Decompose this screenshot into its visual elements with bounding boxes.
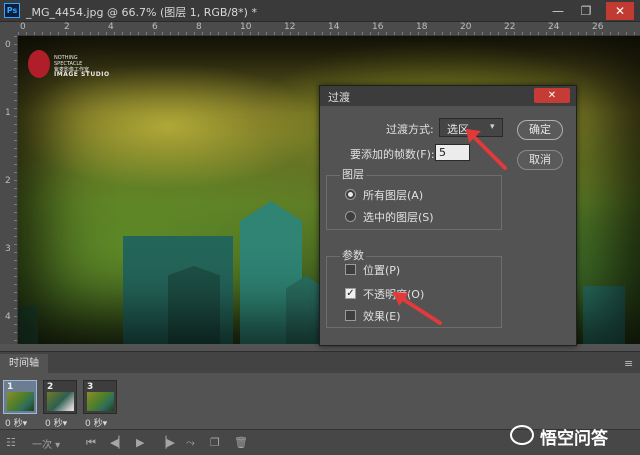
frame-1[interactable]: 1 0 秒▾ <box>3 380 37 429</box>
timeline-panel-header: 时间轴 ≡ <box>0 351 640 374</box>
panel-menu-icon[interactable]: ≡ <box>624 357 633 370</box>
annotation-arrow <box>393 292 442 325</box>
opacity-checkbox[interactable]: ✓ <box>345 288 356 299</box>
annotation-arrow <box>466 129 507 170</box>
close-window-button[interactable]: ✕ <box>606 2 634 20</box>
position-label: 位置(P) <box>363 264 401 277</box>
all-layers-label: 所有图层(A) <box>363 189 424 202</box>
studio-watermark: NOTHING SPECTACLE 紫麦影像工作室 IMAGE STUDIO <box>28 50 118 82</box>
effects-checkbox[interactable] <box>345 310 356 321</box>
tween-icon[interactable]: ⤳ <box>186 436 195 450</box>
chat-bubble-icon <box>510 425 534 445</box>
loop-value: 一次 <box>32 440 52 451</box>
frame-thumbnail-box: 1 <box>3 380 37 414</box>
frame-thumbnail <box>7 392 34 411</box>
ruler-tick-label: 22 <box>504 22 516 32</box>
ruler-tick-label: 18 <box>416 22 428 32</box>
ruler-tick-label: 10 <box>240 22 252 32</box>
frame-delay[interactable]: 0 秒▾ <box>85 416 107 429</box>
ruler-tick-label: 26 <box>592 22 604 32</box>
dialog-title-bar[interactable]: 过渡 ✕ <box>320 86 576 106</box>
first-frame-icon[interactable]: ⏮ <box>86 436 96 450</box>
ruler-tick-label: 24 <box>548 22 560 32</box>
document-title: _MG_4454.jpg @ 66.7% (图层 1, RGB/8*) * <box>26 6 257 19</box>
selected-layers-label: 选中的图层(S) <box>363 211 434 224</box>
delete-icon[interactable]: 🗑 <box>234 436 248 449</box>
restore-button[interactable]: ❐ <box>576 2 596 20</box>
frame-3[interactable]: 3 0 秒▾ <box>83 380 117 429</box>
ruler-tick-label: 4 <box>5 312 11 322</box>
all-layers-radio[interactable] <box>345 189 356 200</box>
ok-button[interactable]: 确定 <box>517 120 563 140</box>
frame-thumbnail-box: 2 <box>43 380 77 414</box>
ruler-tick-label: 20 <box>460 22 472 32</box>
tween-dialog: 过渡 ✕ 过渡方式: 选区 ▾ 要添加的帧数(F): 5 确定 取消 图层 所有… <box>319 85 577 346</box>
ruler-tick-label: 1 <box>5 108 11 118</box>
dialog-title: 过渡 <box>328 91 350 104</box>
ruler-tick-label: 12 <box>284 22 296 32</box>
document-title-bar: Ps _MG_4454.jpg @ 66.7% (图层 1, RGB/8*) *… <box>0 0 640 22</box>
frame-number: 1 <box>7 382 14 392</box>
loop-select[interactable]: 一次 ▾ <box>32 436 60 451</box>
ruler-tick-label: 0 <box>20 22 26 32</box>
watermark-studio: IMAGE STUDIO <box>54 71 110 78</box>
ruler-tick-label: 6 <box>152 22 158 32</box>
ruler-tick-label: 2 <box>5 176 11 186</box>
watermark-logo-icon <box>28 50 50 78</box>
position-checkbox[interactable] <box>345 264 356 275</box>
next-frame-icon[interactable]: ▕▶ <box>158 436 175 449</box>
prev-frame-icon[interactable]: ◀▏ <box>110 436 127 449</box>
ruler-horizontal[interactable]: 0 2 4 6 8 10 12 14 16 18 20 22 24 26 <box>18 22 640 36</box>
ruler-tick-label: 0 <box>5 40 11 50</box>
frames-to-add-value: 5 <box>439 146 446 159</box>
duplicate-icon[interactable]: ❐ <box>210 436 220 449</box>
frame-delay[interactable]: 0 秒▾ <box>5 416 27 429</box>
frame-2[interactable]: 2 0 秒▾ <box>43 380 77 429</box>
selected-layers-radio[interactable] <box>345 211 356 222</box>
frame-thumbnail <box>47 392 74 411</box>
layers-group-title: 图层 <box>340 166 366 182</box>
brand-text: 悟空问答 <box>540 429 608 449</box>
frame-delay[interactable]: 0 秒▾ <box>45 416 67 429</box>
minimize-button[interactable]: — <box>548 2 568 20</box>
ruler-tick-label: 8 <box>196 22 202 32</box>
ruler-tick-label: 2 <box>64 22 70 32</box>
convert-icon[interactable]: ☷ <box>6 436 16 449</box>
play-icon[interactable]: ▶ <box>136 436 144 449</box>
params-group-title: 参数 <box>340 247 366 263</box>
timeline-tab[interactable]: 时间轴 <box>0 354 48 374</box>
frame-number: 2 <box>47 382 54 392</box>
frames-to-add-label: 要添加的帧数(F): <box>350 148 435 161</box>
ruler-tick-label: 16 <box>372 22 384 32</box>
transition-method-label: 过渡方式: <box>386 123 434 136</box>
dialog-close-button[interactable]: ✕ <box>534 88 570 103</box>
frame-thumbnail <box>87 392 114 411</box>
ruler-tick-label: 4 <box>108 22 114 32</box>
ruler-tick-label: 3 <box>5 244 11 254</box>
frame-thumbnail-box: 3 <box>83 380 117 414</box>
ruler-corner[interactable] <box>0 22 18 36</box>
ruler-tick-label: 14 <box>328 22 340 32</box>
brand-watermark: 悟空问答 <box>510 421 636 449</box>
frame-number: 3 <box>87 382 94 392</box>
photoshop-icon: Ps <box>4 3 20 18</box>
ruler-vertical[interactable]: 0 1 2 3 4 <box>0 36 18 344</box>
cancel-button[interactable]: 取消 <box>517 150 563 170</box>
photoshop-window: Ps _MG_4454.jpg @ 66.7% (图层 1, RGB/8*) *… <box>0 0 640 455</box>
